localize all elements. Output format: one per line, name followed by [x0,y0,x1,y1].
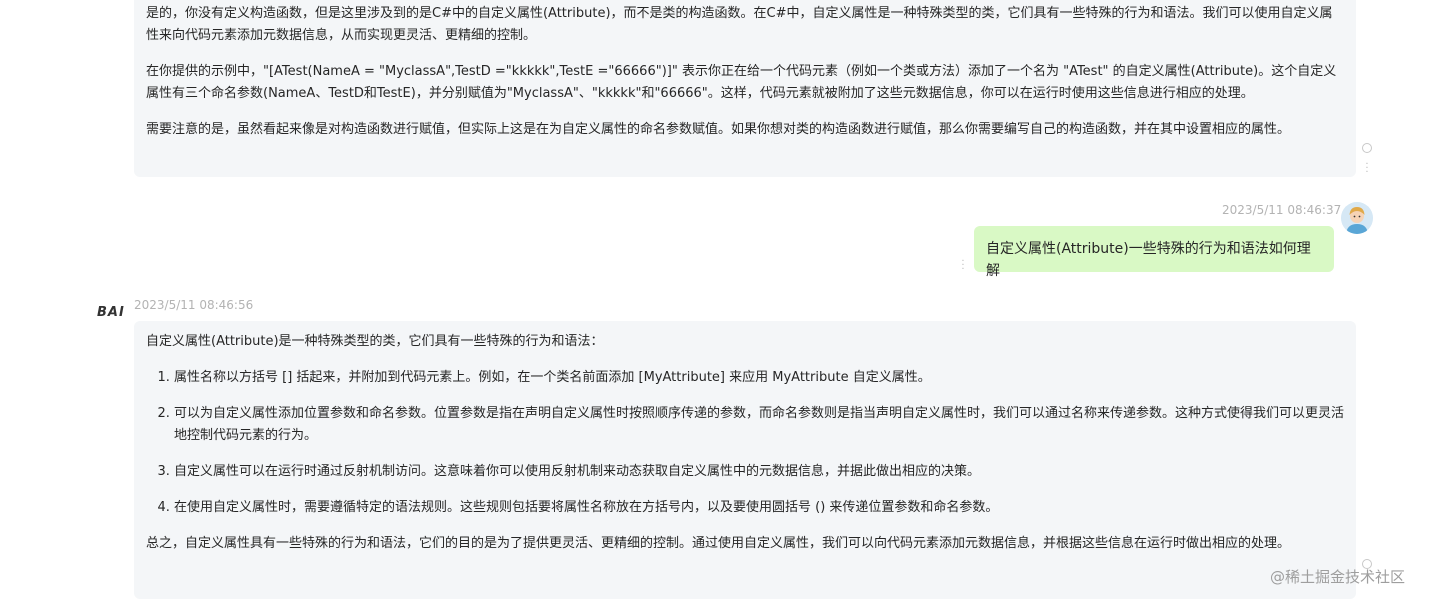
ai-message-paragraph: 需要注意的是，虽然看起来像是对构造函数进行赋值，但实际上这是在为自定义属性的命名… [146,122,1291,137]
ai-message-conclusion: 总之，自定义属性具有一些特殊的行为和语法，它们的目的是为了提供更灵活、更精细的控… [146,536,1291,551]
ai-message-list: 属性名称以方括号 [] 括起来，并附加到代码元素上。例如，在一个类名前面添加 [… [146,367,1344,519]
message-timestamp: 2023/5/11 08:46:56 [134,298,254,312]
ai-message-bubble: 自定义属性(Attribute)是一种特殊类型的类，它们具有一些特殊的行为和语法… [134,321,1356,599]
bai-logo: BAI [97,305,125,320]
ring-icon[interactable] [1362,143,1372,153]
list-item: 可以为自定义属性添加位置参数和命名参数。位置参数是指在声明自定义属性时按照顺序传… [174,403,1344,447]
user-avatar-icon [1341,202,1373,234]
ai-message-bubble: 是的，你没有定义构造函数，但是这里涉及到的是C#中的自定义属性(Attribut… [134,0,1356,177]
more-vertical-icon[interactable]: · · · [961,257,965,275]
more-vertical-icon[interactable]: · · · [1365,160,1369,178]
ai-message-paragraph: 在你提供的示例中，"[ATest(NameA = "MyclassA",Test… [146,64,1337,101]
list-item: 自定义属性可以在运行时通过反射机制访问。这意味着你可以使用反射机制来动态获取自定… [174,461,1344,483]
list-item: 在使用自定义属性时，需要遵循特定的语法规则。这些规则包括要将属性名称放在方括号内… [174,497,1344,519]
message-timestamp: 2023/5/11 08:46:37 [1222,203,1342,217]
user-message-text: 自定义属性(Attribute)一些特殊的行为和语法如何理解 [986,241,1311,279]
watermark: @稀土掘金技术社区 [1270,568,1406,586]
list-item: 属性名称以方括号 [] 括起来，并附加到代码元素上。例如，在一个类名前面添加 [… [174,367,1344,389]
ai-message-intro: 自定义属性(Attribute)是一种特殊类型的类，它们具有一些特殊的行为和语法… [146,334,604,349]
user-message-bubble: 自定义属性(Attribute)一些特殊的行为和语法如何理解 [974,226,1334,279]
ai-message-paragraph: 是的，你没有定义构造函数，但是这里涉及到的是C#中的自定义属性(Attribut… [146,6,1333,43]
